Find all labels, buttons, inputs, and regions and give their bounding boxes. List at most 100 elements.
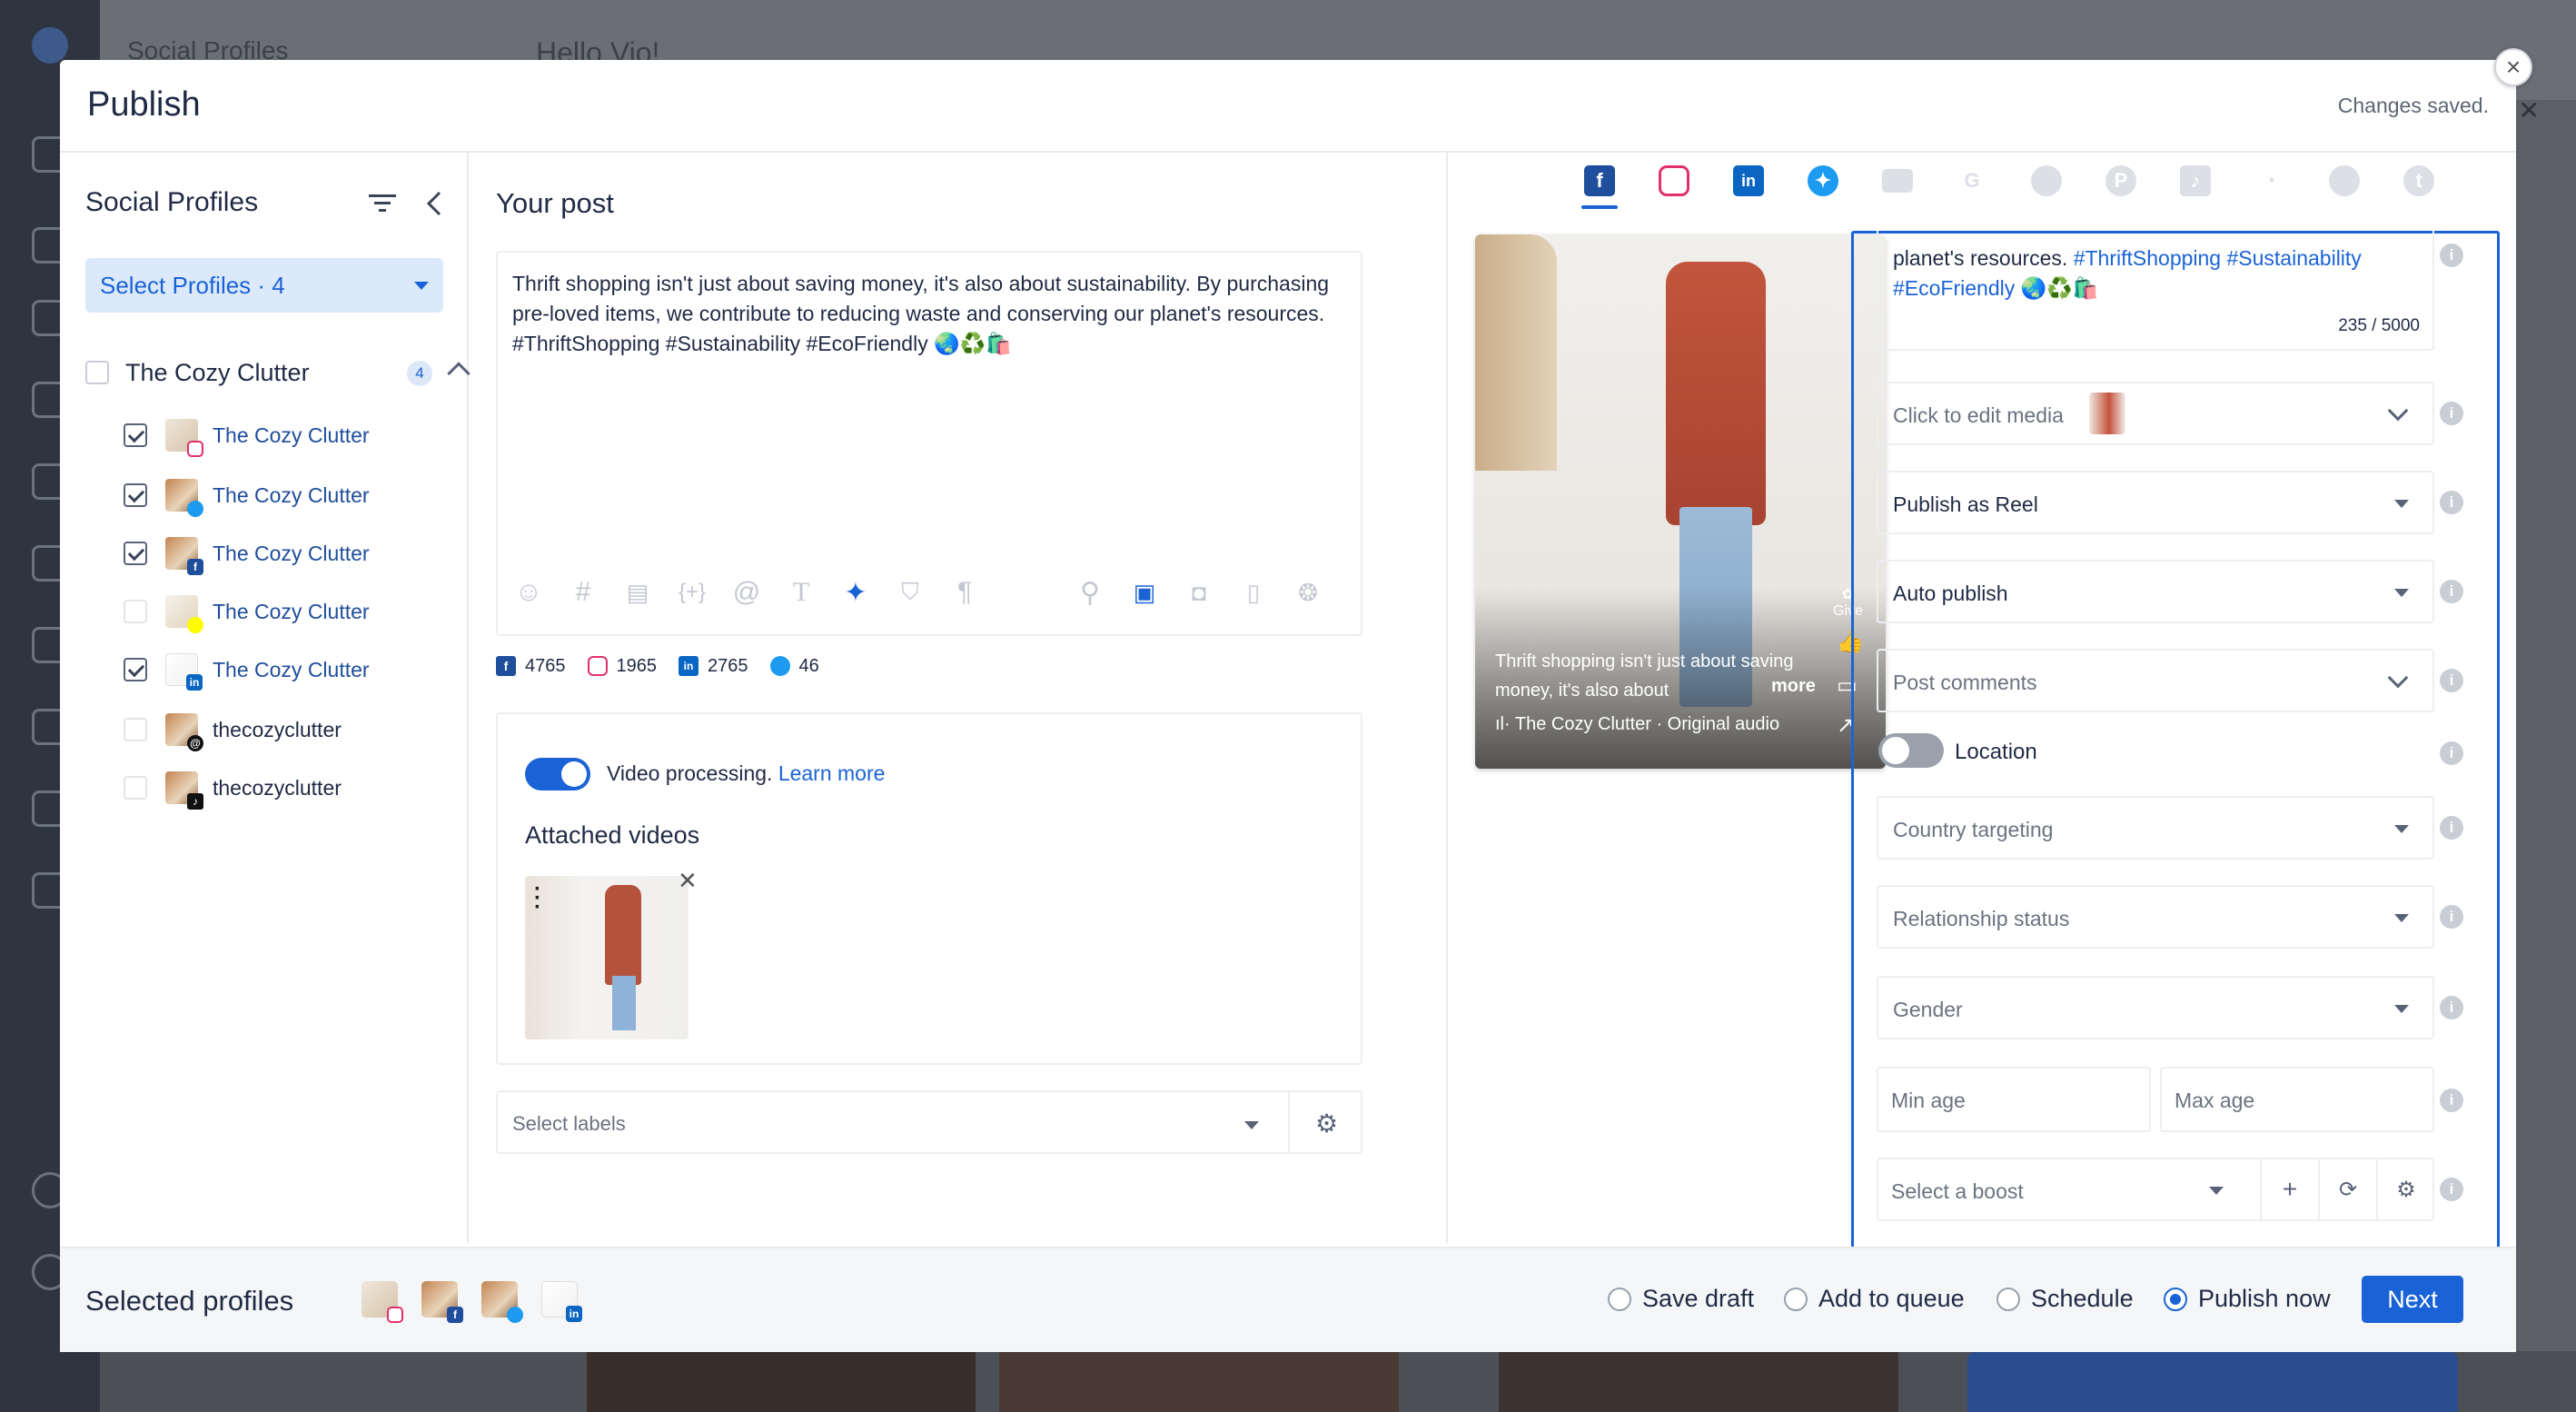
video-icon[interactable]: ▣ xyxy=(1128,576,1161,609)
relationship-status-label: Relationship status xyxy=(1893,907,2070,930)
remove-video-icon[interactable]: ✕ xyxy=(678,867,698,895)
info-icon[interactable]: i xyxy=(2440,1089,2463,1112)
radio-button[interactable] xyxy=(1996,1287,2020,1311)
publish-now-option[interactable]: Publish now xyxy=(2164,1285,2331,1313)
auto-publish-select[interactable]: Auto publish xyxy=(1877,560,2434,623)
emoji-icon[interactable]: ☺ xyxy=(512,576,545,609)
profile-checkbox[interactable] xyxy=(124,658,147,681)
radio-button[interactable] xyxy=(2164,1287,2187,1311)
profile-checkbox[interactable] xyxy=(124,542,147,565)
publish-as-select[interactable]: Publish as Reel xyxy=(1877,471,2434,534)
add-to-queue-option[interactable]: Add to queue xyxy=(1784,1285,1965,1313)
variable-icon[interactable]: {+} xyxy=(676,576,708,609)
profile-item[interactable]: f The Cozy Clutter xyxy=(124,532,370,575)
hashtag-icon[interactable]: # xyxy=(567,576,599,609)
post-text-editor[interactable]: Thrift shopping isn't just about saving … xyxy=(496,251,1362,636)
ai-wand-icon[interactable]: ✦ xyxy=(839,576,872,609)
instagram-icon xyxy=(387,1307,403,1323)
tab-tiktok-icon[interactable]: ♪ xyxy=(2180,165,2211,196)
document-icon[interactable]: ▯ xyxy=(1237,576,1270,609)
info-icon[interactable]: i xyxy=(2440,905,2463,929)
tab-snapchat-icon[interactable]: ◔ xyxy=(2254,165,2285,196)
post-comments-field[interactable]: Post comments xyxy=(1877,649,2434,712)
tab-pinterest-icon[interactable]: P xyxy=(2105,165,2136,196)
tab-instagram-icon[interactable] xyxy=(1659,165,1689,196)
profile-checkbox[interactable] xyxy=(124,600,147,623)
profile-item[interactable]: The Cozy Clutter xyxy=(124,414,370,457)
relationship-status-select[interactable]: Relationship status xyxy=(1877,885,2434,949)
filter-icon[interactable] xyxy=(369,193,396,214)
save-draft-option[interactable]: Save draft xyxy=(1608,1285,1754,1313)
profile-item[interactable]: The Cozy Clutter xyxy=(124,591,370,633)
info-icon[interactable]: i xyxy=(2440,402,2463,425)
profile-checkbox[interactable] xyxy=(124,423,147,447)
video-thumbnail[interactable]: · · · xyxy=(525,876,689,1039)
add-boost-icon[interactable]: + xyxy=(2274,1174,2305,1205)
radio-button[interactable] xyxy=(1608,1287,1631,1311)
gear-icon[interactable]: ⚙ xyxy=(1315,1109,1338,1139)
template-icon[interactable]: ▤ xyxy=(621,576,654,609)
tab-twitter-icon[interactable]: ✦ xyxy=(1808,165,1838,196)
close-icon[interactable]: × xyxy=(2494,48,2532,86)
tab-facebook-icon[interactable]: f xyxy=(1584,165,1615,196)
info-icon[interactable]: i xyxy=(2440,244,2463,267)
profile-checkbox[interactable] xyxy=(124,718,147,741)
tab-tumblr-icon[interactable]: t xyxy=(2403,165,2434,196)
select-profiles-dropdown[interactable]: Select Profiles · 4 xyxy=(85,258,443,313)
shield-icon[interactable]: ⛉ xyxy=(894,576,926,609)
radio-button[interactable] xyxy=(1784,1287,1808,1311)
profile-item[interactable]: @ thecozyclutter xyxy=(124,709,342,751)
paragraph-icon[interactable]: ¶ xyxy=(948,576,981,609)
tab-threads-icon[interactable] xyxy=(2329,165,2360,196)
tab-linkedin-icon[interactable]: in xyxy=(1733,165,1764,196)
labels-select[interactable]: Select labels ⚙ xyxy=(496,1090,1362,1154)
profile-item[interactable]: in The Cozy Clutter xyxy=(124,649,370,691)
info-icon[interactable]: i xyxy=(2440,580,2463,603)
post-text[interactable]: Thrift shopping isn't just about saving … xyxy=(512,269,1330,359)
info-icon[interactable]: i xyxy=(2440,741,2463,765)
settings-text-editor[interactable]: planet's resources. #ThriftShopping #Sus… xyxy=(1877,231,2434,351)
mention-icon[interactable]: @ xyxy=(730,576,763,609)
location-toggle[interactable] xyxy=(1878,733,1944,768)
avatar xyxy=(165,479,203,517)
info-icon[interactable]: i xyxy=(2440,996,2463,1019)
count-value: 4765 xyxy=(525,655,566,676)
gear-icon[interactable]: ⚙ xyxy=(2391,1174,2422,1205)
refresh-icon[interactable]: ⟳ xyxy=(2333,1174,2363,1205)
social-profiles-title: Social Profiles xyxy=(85,187,259,217)
profile-group[interactable]: The Cozy Clutter 4 xyxy=(85,354,471,391)
linkedin-count: in 2765 xyxy=(679,656,748,677)
link-icon[interactable]: ⚲ xyxy=(1074,576,1106,609)
tab-google-icon[interactable]: G xyxy=(1957,165,1987,196)
edit-media-field[interactable]: Click to edit media xyxy=(1877,382,2434,445)
gif-icon[interactable]: ❂ xyxy=(1292,576,1324,609)
camera-icon[interactable]: ◘ xyxy=(1183,576,1215,609)
profile-checkbox[interactable] xyxy=(124,776,147,800)
profile-item[interactable]: ♪ thecozyclutter xyxy=(124,767,342,810)
gender-label: Gender xyxy=(1893,998,1963,1021)
more-options-icon[interactable]: · · · xyxy=(534,879,541,919)
country-targeting-select[interactable]: Country targeting xyxy=(1877,796,2434,860)
collapse-panel-icon[interactable] xyxy=(423,189,445,218)
schedule-option[interactable]: Schedule xyxy=(1996,1285,2134,1313)
boost-select[interactable]: Select a boost + ⟳ ⚙ xyxy=(1877,1158,2434,1221)
profile-item[interactable]: The Cozy Clutter xyxy=(124,474,370,517)
info-icon[interactable]: i xyxy=(2440,1178,2463,1201)
profile-checkbox[interactable] xyxy=(124,483,147,507)
info-icon[interactable]: i xyxy=(2440,816,2463,840)
max-age-input[interactable]: Max age xyxy=(2160,1067,2434,1132)
next-button[interactable]: Next xyxy=(2362,1276,2463,1323)
info-icon[interactable]: i xyxy=(2440,491,2463,514)
video-processing-toggle[interactable] xyxy=(525,758,590,791)
info-icon[interactable]: i xyxy=(2440,669,2463,692)
settings-text[interactable]: planet's resources. #ThriftShopping #Sus… xyxy=(1893,244,2420,303)
chevron-up-icon[interactable] xyxy=(447,362,471,385)
min-age-input[interactable]: Min age xyxy=(1877,1067,2151,1132)
group-checkbox[interactable] xyxy=(85,361,109,384)
modal-title: Publish xyxy=(87,85,201,124)
tab-youtube-icon[interactable] xyxy=(1882,169,1913,193)
gender-select[interactable]: Gender xyxy=(1877,976,2434,1039)
learn-more-link[interactable]: Learn more xyxy=(778,761,886,785)
tab-reddit-icon[interactable] xyxy=(2031,165,2062,196)
text-format-icon[interactable]: T xyxy=(785,576,817,609)
